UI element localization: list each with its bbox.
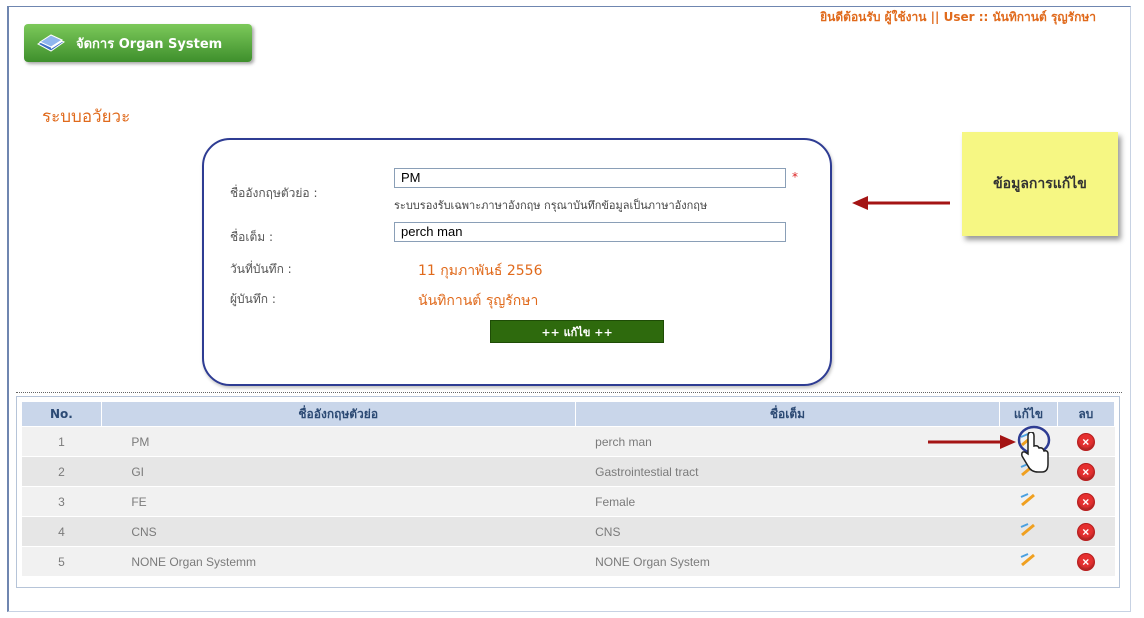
pencil-icon[interactable] — [1019, 493, 1037, 507]
cell-full: CNS — [575, 516, 1000, 547]
full-name-label: ชื่อเต็ม : — [230, 230, 274, 244]
cell-no: 5 — [21, 546, 102, 577]
cell-abbr: PM — [101, 426, 576, 457]
header-no: No. — [21, 401, 102, 427]
page-title: ระบบอวัยวะ — [42, 107, 131, 127]
form-arrow-icon — [852, 196, 950, 210]
cell-no: 3 — [21, 486, 102, 517]
title-button-label: จัดการ Organ System — [76, 36, 223, 52]
welcome-text: ยินดีต้อนรับ ผู้ใช้งาน || User :: นันทิก… — [820, 10, 1096, 24]
header-edit: แก้ไข — [999, 401, 1058, 427]
delete-icon[interactable]: × — [1076, 432, 1095, 451]
cell-no: 2 — [21, 456, 102, 487]
delete-icon[interactable]: × — [1076, 552, 1095, 571]
cell-abbr: NONE Organ Systemm — [101, 546, 576, 577]
delete-icon[interactable]: × — [1076, 462, 1095, 481]
section-divider — [16, 392, 1122, 393]
edit-form: ชื่ออังกฤษตัวย่อ : PM * ระบบรองรับเฉพาะภ… — [202, 138, 832, 386]
header-abbr: ชื่ออังกฤษตัวย่อ — [100, 401, 576, 427]
cell-abbr: GI — [101, 456, 576, 487]
organ-system-title-button[interactable]: จัดการ Organ System — [24, 24, 252, 62]
table-row: 5 NONE Organ Systemm NONE Organ System × — [21, 546, 1115, 577]
note-text: ข้อมูลการแก้ไข — [993, 176, 1087, 192]
required-mark: * — [792, 170, 798, 184]
delete-icon[interactable]: × — [1076, 522, 1095, 541]
cell-abbr: FE — [101, 486, 576, 517]
cell-no: 4 — [21, 516, 102, 547]
date-value: 11 กุมภาพันธ์ 2556 — [418, 263, 543, 279]
abbr-label: ชื่ออังกฤษตัวย่อ : — [230, 186, 318, 200]
cell-no: 1 — [21, 426, 102, 457]
pencil-icon[interactable] — [1019, 553, 1037, 567]
date-label: วันที่บันทึก : — [230, 262, 292, 276]
abbr-hint: ระบบรองรับเฉพาะภาษาอังกฤษ กรุณาบันทึกข้อ… — [394, 199, 708, 212]
edit-info-note: ข้อมูลการแก้ไข — [962, 132, 1118, 236]
cell-abbr: CNS — [101, 516, 576, 547]
pencil-icon[interactable] — [1019, 523, 1037, 537]
recorder-label: ผู้บันทึก : — [230, 292, 276, 306]
book-icon — [36, 32, 66, 54]
hand-cursor-icon — [1021, 432, 1049, 473]
save-edit-button[interactable]: ++ แก้ไข ++ — [490, 320, 664, 343]
header-full: ชื่อเต็ม — [574, 401, 1001, 427]
table-row: 4 CNS CNS × — [21, 516, 1115, 547]
header-delete: ลบ — [1056, 401, 1116, 427]
cell-full: NONE Organ System — [575, 546, 1000, 577]
recorder-value: นันทิกานต์ รุญรักษา — [418, 293, 539, 309]
delete-icon[interactable]: × — [1076, 492, 1095, 511]
full-name-input[interactable]: perch man — [394, 222, 786, 242]
abbr-input[interactable]: PM — [394, 168, 786, 188]
